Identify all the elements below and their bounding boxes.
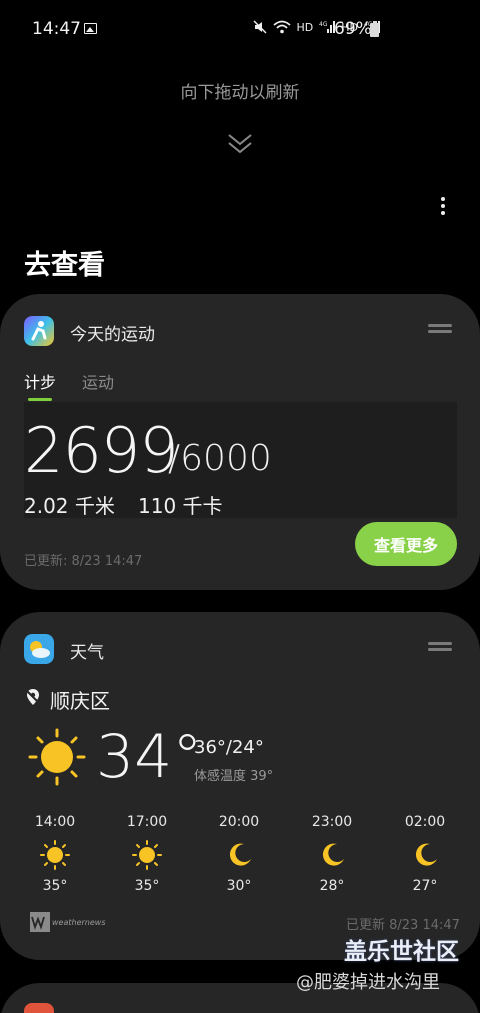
sun-icon (28, 728, 86, 786)
svg-text:4G: 4G (319, 21, 328, 28)
hourly-item: 17:00 35° (115, 814, 179, 894)
drag-handle-icon[interactable] (428, 324, 452, 336)
moon-icon (322, 843, 344, 866)
weathernews-logo-icon (30, 912, 50, 932)
battery-icon (370, 21, 379, 37)
steps-calories: 110 千卡 (138, 494, 223, 518)
moon-icon (229, 843, 251, 866)
hour-temp: 35° (42, 878, 68, 894)
steps-card[interactable]: 今天的运动 计步 运动 2699 /6000 2.02 千米 110 千卡 已更… (0, 294, 480, 590)
hour-temp: 35° (134, 878, 160, 894)
hour-temp: 30° (226, 878, 252, 894)
tab-active-indicator (28, 398, 52, 401)
signal-icon-1: 4G (319, 21, 336, 33)
weather-app-icon (24, 634, 54, 664)
battery-percent: 69% (334, 19, 372, 39)
hour-temp: 28° (319, 878, 345, 894)
network-label-1: HD (296, 20, 314, 34)
location-pin-icon (25, 689, 41, 705)
tab-exercise[interactable]: 运动 (82, 369, 114, 393)
sun-icon (132, 840, 162, 870)
weather-card[interactable]: 天气 顺庆区 34° 36°/24° 体感温度 39° 14:00 35° 17… (0, 612, 480, 960)
image-notification-icon (84, 23, 97, 34)
hour-time: 17:00 (126, 814, 168, 830)
hour-time: 20:00 (218, 814, 260, 830)
app-icon (24, 1003, 54, 1013)
feels-like-temperature: 体感温度 39° (194, 769, 274, 784)
watermark-author: @肥婆掉进水沟里 (296, 972, 440, 993)
steps-updated-time: 已更新: 8/23 14:47 (24, 554, 143, 569)
view-more-button[interactable]: 查看更多 (355, 522, 457, 566)
watermark-logo-text: 盖乐世社区 (344, 939, 459, 965)
sun-icon (40, 840, 70, 870)
status-time: 14:47 (32, 19, 81, 39)
mute-icon (252, 20, 267, 34)
moon-icon (415, 843, 437, 866)
hourly-item: 20:00 30° (207, 814, 271, 894)
hour-time: 02:00 (404, 814, 446, 830)
hourly-item: 02:00 27° (393, 814, 457, 894)
health-app-icon (24, 316, 54, 346)
weather-card-title: 天气 (70, 643, 104, 663)
more-options-icon[interactable] (432, 194, 454, 220)
location-name: 顺庆区 (50, 689, 110, 713)
wifi-icon (272, 20, 291, 34)
drag-handle-icon[interactable] (428, 642, 452, 654)
pull-to-refresh-hint: 向下拖动以刷新 (180, 83, 300, 103)
current-temperature: 34° (96, 722, 203, 792)
temperature-range: 36°/24° (194, 737, 264, 758)
steps-count: 2699 (24, 414, 179, 487)
steps-summary: 2699 /6000 2.02 千米 110 千卡 (24, 402, 457, 518)
tab-steps[interactable]: 计步 (24, 369, 56, 393)
steps-distance: 2.02 千米 (24, 494, 115, 518)
steps-goal: /6000 (168, 438, 272, 479)
section-title: 去查看 (24, 250, 105, 281)
hour-temp: 27° (412, 878, 438, 894)
hourly-item: 23:00 28° (300, 814, 364, 894)
hourly-forecast: 14:00 35° 17:00 35° 20:00 30° 23:00 28° … (0, 814, 480, 904)
hourly-item: 14:00 35° (23, 814, 87, 894)
chevron-down-icon (228, 134, 252, 154)
hour-time: 14:00 (34, 814, 76, 830)
status-bar: 14:47 HD 4G HD 4G 69% (0, 0, 480, 60)
weather-updated-time: 已更新 8/23 14:47 (346, 918, 460, 933)
steps-card-title: 今天的运动 (70, 325, 155, 345)
hour-time: 23:00 (311, 814, 353, 830)
weather-provider: weathernews (52, 918, 106, 927)
